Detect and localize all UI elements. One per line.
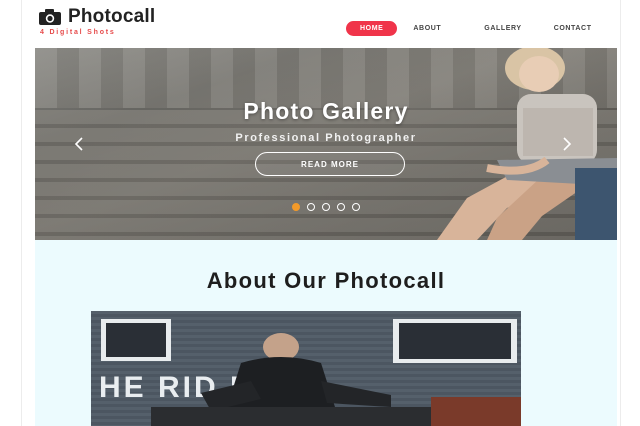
brand-tagline: 4 Digital Shots [40, 29, 116, 36]
read-more-button[interactable]: READ MORE [255, 152, 405, 176]
nav-about[interactable]: ABOUT [413, 25, 441, 32]
slider-dot-5[interactable] [352, 203, 360, 211]
brand-row: Photocall [38, 6, 155, 28]
slider-dot-2[interactable] [307, 203, 315, 211]
page-frame: Photocall 4 Digital Shots HOME ABOUT GAL… [22, 0, 620, 426]
brand-title: Photocall [68, 6, 156, 27]
hero-subtitle: Professional Photographer [235, 132, 417, 144]
slider-dot-4[interactable] [337, 203, 345, 211]
about-title: About Our Photocall [206, 268, 446, 293]
about-section: About Our Photocall HE RID EMY [35, 240, 617, 426]
nav-gallery[interactable]: GALLERY [484, 25, 521, 32]
site-header: Photocall 4 Digital Shots HOME ABOUT GAL… [22, 0, 620, 48]
hero-title: Photo Gallery [243, 98, 409, 124]
brand[interactable]: Photocall 4 Digital Shots [38, 6, 155, 36]
nav-home[interactable]: HOME [346, 21, 398, 36]
nav-contact[interactable]: CONTACT [554, 25, 592, 32]
main-nav: HOME ABOUT GALLERY CONTACT [346, 21, 592, 36]
about-photo: HE RID EMY [91, 311, 521, 426]
slider-dots [35, 203, 617, 211]
camera-icon [38, 8, 62, 26]
hero-slider: Photo Gallery Professional Photographer … [35, 48, 617, 240]
slider-dot-1[interactable] [292, 203, 300, 211]
slider-dot-3[interactable] [322, 203, 330, 211]
